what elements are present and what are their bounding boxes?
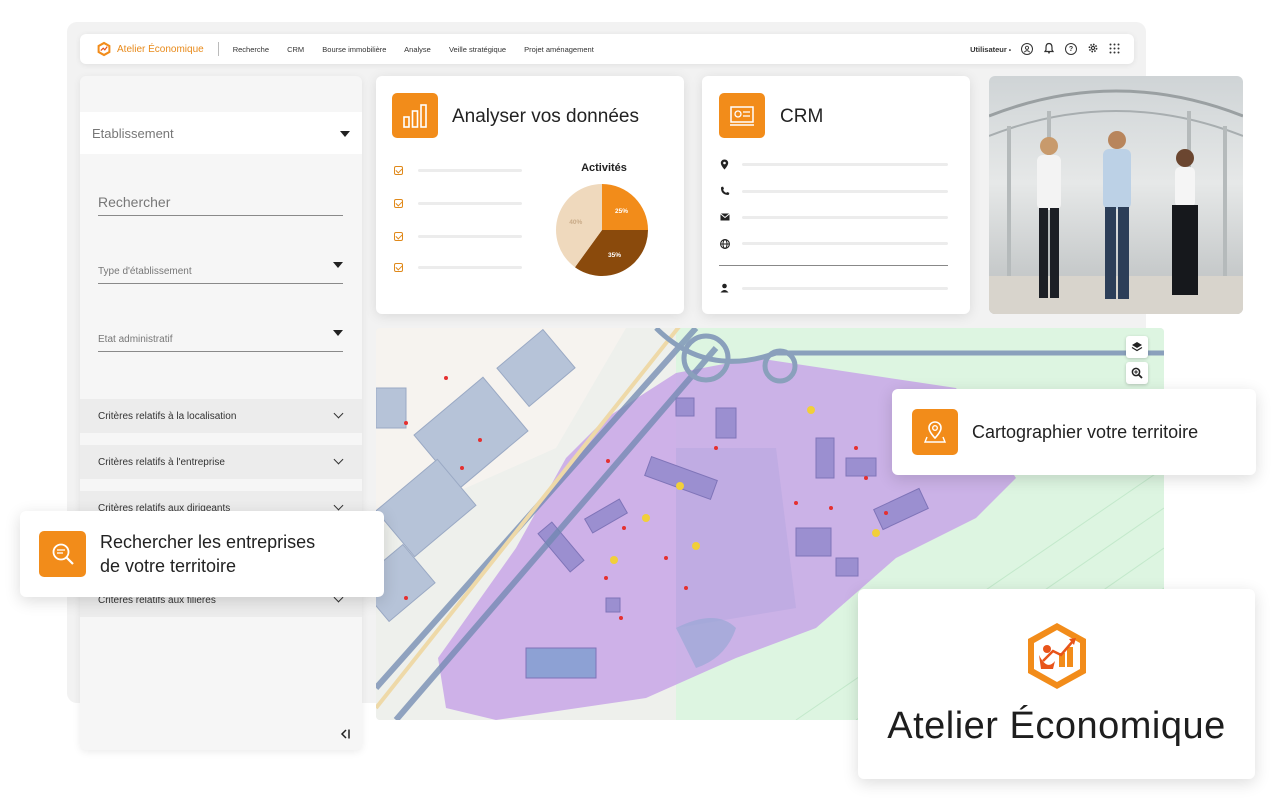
user-icon: [720, 283, 729, 295]
atelier-economique-logo-icon: [1027, 622, 1086, 689]
callout-rechercher-line1: Rechercher les entreprises: [100, 532, 316, 552]
etat-administratif-label: Etat administratif: [98, 334, 173, 345]
brand-name: Atelier Économique: [117, 43, 204, 55]
placeholder-line: [742, 190, 948, 193]
pie-label-2: 40%: [569, 219, 582, 226]
brand-divider: [217, 42, 219, 56]
activites-pie-chart: 25% 35% 40%: [556, 184, 648, 276]
chevron-down-icon: [333, 500, 344, 511]
crm-title: CRM: [780, 106, 824, 127]
checkbox-checked[interactable]: [394, 166, 403, 175]
divider: [719, 265, 948, 266]
nav-item-analyse[interactable]: Analyse: [404, 45, 431, 54]
zoom-in-icon[interactable]: [1126, 362, 1148, 384]
callout-rechercher-text: Rechercher les entreprises de votre terr…: [100, 530, 315, 578]
placeholder-line: [418, 266, 522, 269]
pie-chart-title: Activités: [581, 162, 627, 174]
crm-card: CRM: [702, 76, 970, 314]
help-icon[interactable]: ?: [1065, 43, 1077, 55]
callout-cartographier-text: Cartographier votre territoire: [972, 421, 1199, 442]
etablissement-select-label: Etablissement: [92, 125, 174, 141]
user-menu[interactable]: Utilisateur •: [970, 45, 1011, 54]
account-icon[interactable]: [1021, 43, 1033, 55]
layers-icon[interactable]: [1126, 336, 1148, 358]
checkbox-checked[interactable]: [394, 232, 403, 241]
chevron-down-icon: [333, 408, 344, 419]
placeholder-line: [742, 242, 948, 245]
caret-down-icon: [340, 131, 350, 137]
bar-chart-icon: [392, 93, 438, 138]
phone-icon: [720, 186, 730, 198]
main-nav: Recherche CRM Bourse immobilière Analyse…: [233, 45, 610, 54]
logo-card: Atelier Économique: [858, 589, 1255, 779]
nav-item-bourse[interactable]: Bourse immobilière: [322, 45, 386, 54]
checkbox-checked[interactable]: [394, 199, 403, 208]
apps-grid-icon[interactable]: [1109, 43, 1120, 56]
callout-cartographier: Cartographier votre territoire: [892, 389, 1256, 475]
criteria-localisation-label: Critères relatifs à la localisation: [98, 410, 237, 422]
top-navbar: Atelier Économique Recherche CRM Bourse …: [80, 34, 1134, 64]
etat-administratif-select[interactable]: Etat administratif: [98, 330, 343, 352]
checkbox-checked[interactable]: [394, 263, 403, 272]
search-input-placeholder: Rechercher: [98, 194, 171, 210]
user-label: Utilisateur: [970, 44, 1007, 54]
nav-item-crm[interactable]: CRM: [287, 45, 304, 54]
pie-label-1: 35%: [608, 252, 621, 259]
map-pin-icon: [912, 409, 958, 455]
pie-label-0: 25%: [615, 208, 628, 215]
type-etablissement-select[interactable]: Type d'établissement: [98, 262, 343, 284]
mail-icon: [720, 213, 730, 223]
placeholder-line: [418, 235, 522, 238]
search-magnifier-icon: [39, 531, 86, 577]
analyse-title: Analyser vos données: [452, 106, 639, 127]
placeholder-line: [418, 169, 522, 172]
team-photo: [989, 76, 1243, 314]
etablissement-select[interactable]: Etablissement: [80, 112, 362, 154]
criteria-entreprise[interactable]: Critères relatifs à l'entreprise: [80, 445, 362, 479]
placeholder-line: [742, 287, 948, 290]
crm-dashboard-icon: [719, 93, 765, 138]
collapse-left-icon[interactable]: [338, 727, 352, 744]
nav-item-veille[interactable]: Veille stratégique: [449, 45, 506, 54]
top-right-tools: Utilisateur • ?: [970, 42, 1120, 56]
location-icon: [720, 159, 729, 172]
gear-icon[interactable]: [1087, 42, 1099, 56]
criteria-localisation[interactable]: Critères relatifs à la localisation: [80, 399, 362, 433]
logo-title: Atelier Économique: [887, 704, 1226, 747]
placeholder-line: [742, 216, 948, 219]
placeholder-line: [742, 163, 948, 166]
search-sidebar: Etablissement Rechercher Type d'établiss…: [80, 76, 362, 750]
brand-logo-icon: [97, 41, 111, 57]
globe-icon: [720, 239, 730, 251]
search-input[interactable]: Rechercher: [98, 194, 343, 216]
criteria-entreprise-label: Critères relatifs à l'entreprise: [98, 456, 225, 468]
callout-rechercher-line2: de votre territoire: [100, 556, 237, 576]
bell-icon[interactable]: [1043, 42, 1055, 56]
caret-down-icon: [333, 262, 343, 268]
chevron-down-icon: [333, 454, 344, 465]
nav-item-projet[interactable]: Projet aménagement: [524, 45, 594, 54]
type-etablissement-label: Type d'établissement: [98, 266, 192, 277]
caret-down-icon: [333, 330, 343, 336]
brand[interactable]: Atelier Économique: [96, 41, 204, 57]
nav-item-recherche[interactable]: Recherche: [233, 45, 269, 54]
placeholder-line: [418, 202, 522, 205]
analyse-card: Analyser vos données Activités 25% 35% 40%: [376, 76, 684, 314]
callout-rechercher: Rechercher les entreprises de votre terr…: [20, 511, 384, 597]
